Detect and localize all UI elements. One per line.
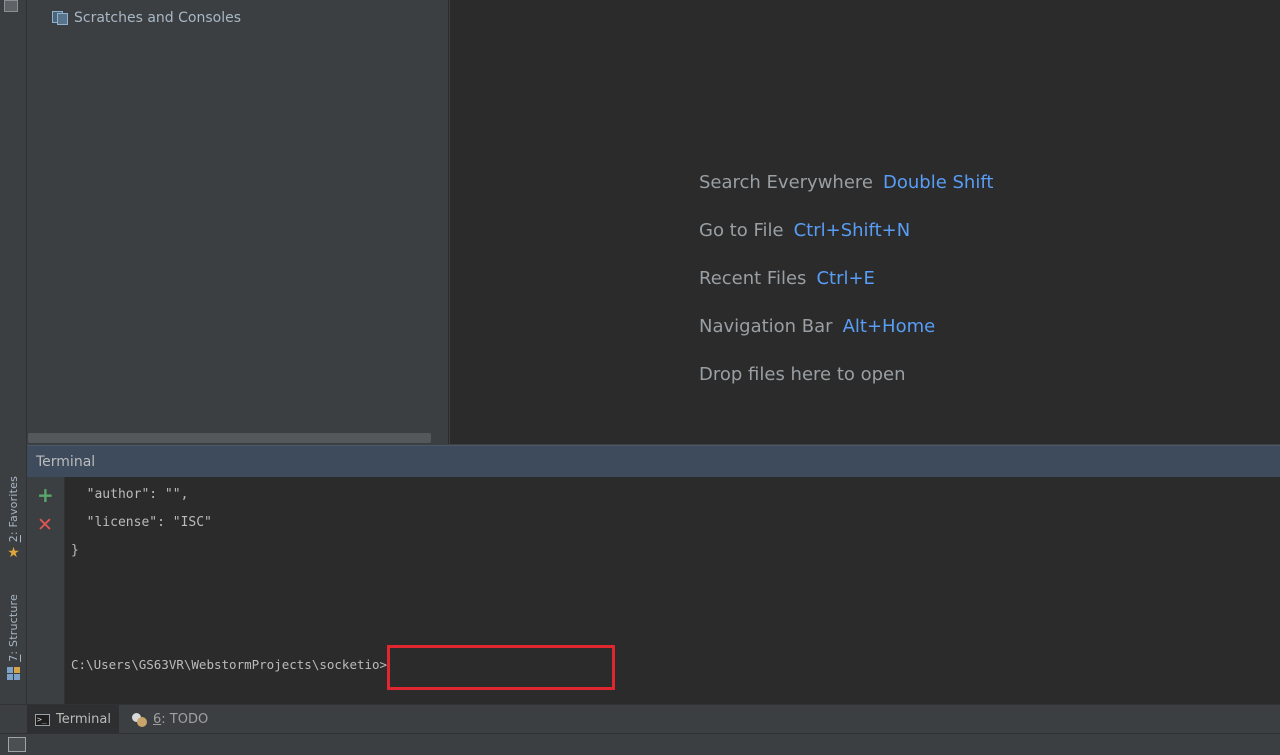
- hint-shortcut: Alt+Home: [842, 316, 936, 337]
- hint-label: Navigation Bar: [699, 316, 833, 337]
- hint-shortcut: Ctrl+E: [816, 268, 875, 289]
- status-bar: [0, 733, 1280, 755]
- hint-shortcut: Ctrl+Shift+N: [793, 220, 911, 241]
- close-session-button[interactable]: ✕: [37, 514, 53, 536]
- hint-navigation-bar: Navigation Bar Alt+Home: [699, 316, 993, 364]
- project-item-label: Scratches and Consoles: [74, 10, 241, 26]
- project-panel: Scratches and Consoles: [27, 0, 449, 444]
- terminal-toolbar: + ✕: [27, 477, 65, 704]
- project-horizontal-scrollbar[interactable]: [28, 433, 431, 443]
- hint-label: Recent Files: [699, 268, 807, 289]
- terminal-prompt: C:\Users\GS63VR\WebstormProjects\socketi…: [71, 657, 388, 672]
- plus-icon: +: [37, 483, 54, 507]
- new-session-button[interactable]: +: [37, 485, 54, 505]
- highlighted-input-area[interactable]: [387, 645, 615, 690]
- tool-windows-toggle-icon[interactable]: [8, 737, 26, 752]
- hint-label: Go to File: [699, 220, 784, 241]
- terminal-line: "license": "ISC": [71, 515, 212, 530]
- hint-recent-files: Recent Files Ctrl+E: [699, 268, 993, 316]
- left-tool-strip: 2: Favorites ★ 7: Structure: [0, 0, 27, 704]
- favorites-tool-tab[interactable]: 2: Favorites ★: [0, 476, 27, 570]
- tab-todo-label: 6: TODO: [153, 712, 209, 727]
- tab-todo[interactable]: 6: TODO: [124, 705, 216, 734]
- terminal-header: Terminal: [27, 445, 1280, 477]
- todo-icon: [132, 712, 147, 727]
- star-icon: ★: [7, 545, 20, 562]
- terminal-icon: >_: [35, 713, 50, 726]
- tab-terminal[interactable]: >_ Terminal: [27, 705, 119, 734]
- close-icon: ✕: [37, 514, 53, 536]
- scratches-icon: [52, 11, 68, 25]
- project-item-scratches[interactable]: Scratches and Consoles: [52, 10, 241, 26]
- hint-go-to-file: Go to File Ctrl+Shift+N: [699, 220, 993, 268]
- bottom-tool-tabs: >_ Terminal 6: TODO: [0, 704, 1280, 734]
- structure-tool-tab[interactable]: 7: Structure: [0, 594, 27, 690]
- structure-icon: [7, 666, 20, 680]
- hint-search-everywhere: Search Everywhere Double Shift: [699, 172, 993, 220]
- hint-shortcut: Double Shift: [883, 172, 994, 193]
- terminal-line: "author": "",: [71, 487, 189, 502]
- terminal-title: Terminal: [36, 454, 96, 470]
- tab-terminal-label: Terminal: [56, 712, 111, 727]
- editor-empty-area: Search Everywhere Double Shift Go to File…: [450, 0, 1280, 444]
- editor-hints: Search Everywhere Double Shift Go to File…: [699, 172, 993, 412]
- favorites-tab-label: 2: Favorites: [7, 476, 20, 543]
- terminal-line: }: [71, 543, 79, 558]
- structure-tab-label: 7: Structure: [7, 594, 20, 662]
- terminal-output[interactable]: "author": "", "license": "ISC" } C:\User…: [65, 477, 1280, 704]
- hint-label: Search Everywhere: [699, 172, 873, 193]
- project-tool-icon[interactable]: [4, 0, 18, 12]
- hint-label: Drop files here to open: [699, 364, 906, 385]
- hint-drop-files: Drop files here to open: [699, 364, 993, 412]
